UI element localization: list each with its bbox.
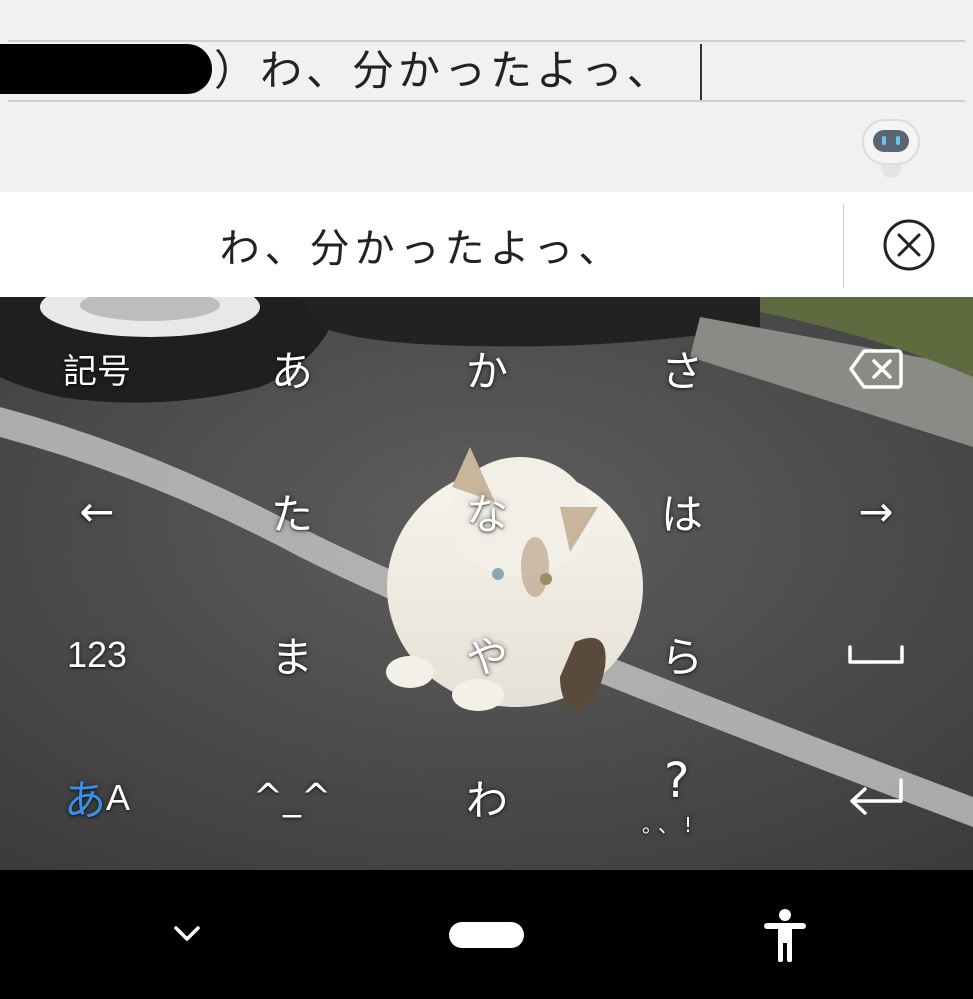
emoticon-key[interactable]: ^_^	[195, 726, 389, 869]
numbers-key[interactable]: 123	[0, 583, 194, 726]
key-a[interactable]: あ	[195, 297, 389, 440]
key-label: あ	[270, 347, 313, 396]
key-ma[interactable]: ま	[195, 583, 389, 726]
message-input-text[interactable]: ）わ、分かったよっ、	[214, 44, 673, 98]
space-key[interactable]	[779, 583, 973, 726]
text-cursor	[700, 44, 702, 100]
suggestion-bar: わ、分かったよっ、	[0, 192, 973, 297]
backspace-icon	[849, 348, 903, 389]
symbols-key[interactable]: 記号	[0, 297, 194, 440]
key-ya[interactable]: や	[390, 583, 584, 726]
robot-assistant-icon[interactable]	[861, 118, 921, 178]
key-label: ま	[270, 633, 313, 682]
redacted-text-block	[0, 44, 212, 94]
chevron-down-icon[interactable]	[168, 920, 206, 950]
message-compose-area[interactable]: ）わ、分かったよっ、	[0, 0, 973, 192]
key-label: 123	[66, 633, 128, 675]
alpha-mode-label: A	[106, 776, 131, 818]
divider-line	[843, 204, 844, 288]
key-label: は	[660, 490, 703, 539]
key-wa[interactable]: わ	[390, 726, 584, 869]
space-icon	[848, 644, 904, 664]
key-label: ^_^	[252, 777, 332, 818]
key-ha[interactable]: は	[585, 440, 779, 583]
key-label: な	[465, 490, 508, 539]
punctuation-label-group: ? 。、!	[642, 753, 722, 843]
key-label: さ	[660, 347, 703, 396]
key-label: ら	[660, 633, 703, 682]
key-label: わ	[465, 776, 508, 825]
cursor-left-key[interactable]: ←	[0, 440, 194, 583]
key-label: た	[270, 490, 313, 539]
punctuation-key[interactable]: ? 。、!	[585, 726, 779, 869]
arrow-right-icon: →	[858, 487, 894, 536]
home-pill-icon[interactable]	[449, 922, 524, 948]
cursor-right-key[interactable]: →	[779, 440, 973, 583]
kana-mode-label: あ	[63, 777, 106, 824]
system-navigation-bar	[0, 870, 973, 999]
key-na[interactable]: な	[390, 440, 584, 583]
divider-line	[8, 100, 965, 102]
input-mode-key[interactable]: あA	[0, 726, 194, 869]
key-sa[interactable]: さ	[585, 297, 779, 440]
arrow-left-icon: ←	[79, 487, 115, 536]
enter-icon	[850, 777, 903, 815]
key-label: 記号	[63, 352, 131, 392]
accessibility-icon[interactable]	[762, 908, 808, 968]
question-mark-label: ?	[664, 752, 690, 809]
key-ra[interactable]: ら	[585, 583, 779, 726]
key-label: か	[465, 347, 508, 396]
key-ta[interactable]: た	[195, 440, 389, 583]
keyboard: 記号 あ か さ ← た な は → 123 ま や ら あA ^_^ わ ? …	[0, 297, 973, 870]
close-circle-icon[interactable]	[882, 218, 936, 276]
enter-key[interactable]	[779, 726, 973, 869]
key-label: や	[465, 633, 508, 682]
key-ka[interactable]: か	[390, 297, 584, 440]
divider-line	[8, 40, 965, 42]
backspace-key[interactable]	[779, 297, 973, 440]
suggestion-candidate[interactable]: わ、分かったよっ、	[0, 192, 843, 297]
punctuation-sub-label: 。、!	[642, 812, 699, 837]
